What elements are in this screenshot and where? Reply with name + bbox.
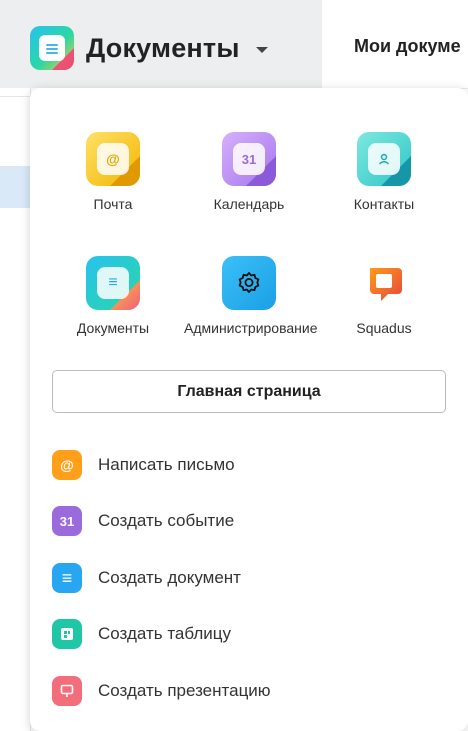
action-label: Создать событие [98, 511, 235, 530]
sidebar-divider [0, 96, 30, 97]
sidebar-selected-item[interactable] [0, 166, 30, 208]
app-tile-label: Контакты [353, 196, 415, 212]
documents-logo-icon [30, 26, 74, 70]
write-mail-icon: @ [52, 450, 82, 480]
action-label: Создать таблицу [98, 624, 232, 643]
app-tile-squadus[interactable]: Squadus [319, 256, 449, 336]
action-create-document[interactable]: ≡ Создать документ [52, 563, 241, 593]
create-presentation-icon [52, 676, 82, 706]
page-title: Мои докуме [354, 36, 461, 56]
app-tile-calendar[interactable]: 31 Календарь [184, 132, 314, 212]
chevron-down-icon [255, 47, 268, 53]
create-event-icon: 31 [52, 506, 82, 536]
app-tile-documents[interactable]: ≡ Документы [48, 256, 178, 336]
sidebar-strip [0, 88, 31, 731]
action-create-presentation[interactable]: Создать презентацию [52, 676, 271, 706]
contacts-icon [357, 132, 411, 186]
app-tile-label: Документы [76, 320, 150, 336]
action-create-table[interactable]: Создать таблицу [52, 619, 231, 649]
action-write-mail[interactable]: @ Написать письмо [52, 450, 235, 480]
app-tile-contacts[interactable]: Контакты [319, 132, 449, 212]
calendar-icon: 31 [222, 132, 276, 186]
app-tile-label: Календарь [213, 196, 285, 212]
home-page-button[interactable]: Главная страница [52, 370, 446, 413]
app-tile-administration[interactable]: Администрирование [184, 256, 318, 336]
action-create-event[interactable]: 31 Создать событие [52, 506, 234, 536]
documents-icon: ≡ [86, 256, 140, 310]
app-tile-label: Squadus [356, 320, 412, 336]
create-document-icon: ≡ [52, 563, 82, 593]
action-label: Написать письмо [98, 455, 235, 474]
app-launcher-menu: @ Почта 31 Календарь Контакты ≡ Документ… [30, 88, 468, 731]
app-tile-label: Администрирование [184, 320, 318, 336]
squadus-icon [357, 256, 411, 310]
action-label: Создать документ [98, 568, 241, 587]
app-tile-label: Почта [93, 196, 133, 212]
app-switcher-button[interactable]: Документы [30, 26, 268, 70]
create-table-icon [52, 619, 82, 649]
mail-icon: @ [86, 132, 140, 186]
settings-icon [222, 256, 276, 310]
app-tile-mail[interactable]: @ Почта [48, 132, 178, 212]
action-label: Создать презентацию [98, 681, 271, 700]
app-name: Документы [86, 32, 240, 63]
